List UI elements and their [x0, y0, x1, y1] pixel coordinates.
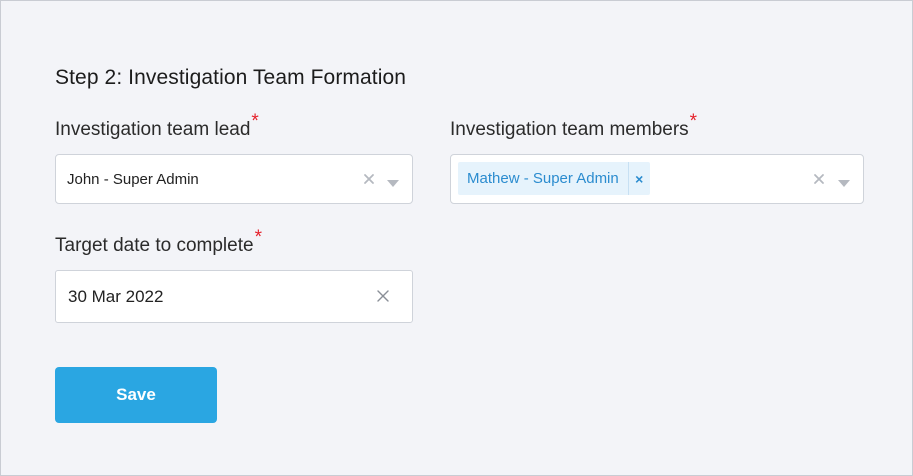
required-mark: * — [254, 227, 262, 248]
target-date-label: Target date to complete* — [55, 227, 262, 257]
team-lead-selected-value: John - Super Admin — [67, 170, 199, 188]
close-icon[interactable] — [812, 172, 826, 186]
member-chip: Mathew - Super Admin × — [458, 162, 650, 195]
team-members-multiselect[interactable]: Mathew - Super Admin × — [450, 154, 864, 204]
close-icon[interactable]: × — [629, 162, 650, 195]
team-members-label: Investigation team members* — [450, 111, 697, 141]
team-lead-select[interactable]: John - Super Admin — [55, 154, 413, 204]
chevron-down-icon[interactable] — [387, 175, 399, 187]
form-panel: Step 2: Investigation Team Formation Inv… — [0, 0, 913, 476]
close-icon[interactable] — [362, 172, 376, 186]
team-lead-label: Investigation team lead* — [55, 111, 259, 141]
target-date-value: 30 Mar 2022 — [68, 287, 164, 306]
save-button[interactable]: Save — [55, 367, 217, 423]
team-lead-label-text: Investigation team lead — [55, 119, 251, 140]
target-date-label-text: Target date to complete — [55, 235, 254, 256]
close-icon[interactable] — [376, 289, 390, 303]
chevron-down-icon[interactable] — [838, 175, 850, 187]
required-mark: * — [689, 111, 698, 132]
team-members-label-text: Investigation team members — [450, 119, 689, 140]
page-title: Step 2: Investigation Team Formation — [55, 66, 407, 89]
required-mark: * — [251, 111, 259, 132]
target-date-field[interactable]: 30 Mar 2022 — [55, 270, 413, 323]
member-chip-label: Mathew - Super Admin — [467, 170, 619, 187]
